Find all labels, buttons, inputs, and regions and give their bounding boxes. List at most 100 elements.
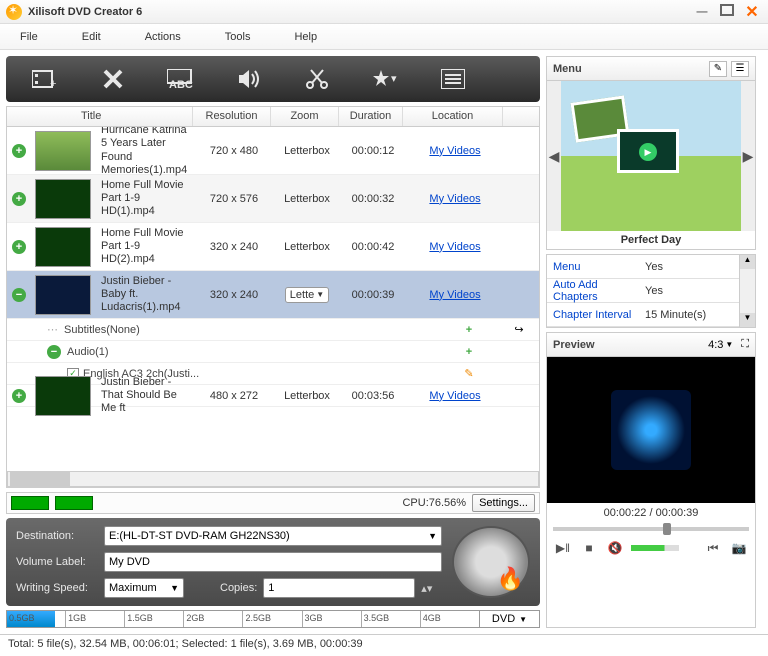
- col-zoom[interactable]: Zoom: [271, 107, 339, 126]
- aspect-combo[interactable]: 4:3▼⛶: [708, 338, 749, 351]
- list-menu-icon[interactable]: ☰: [731, 61, 749, 77]
- volume-slider[interactable]: [631, 545, 679, 551]
- edit-menu-icon[interactable]: ✎: [709, 61, 727, 77]
- copies-stepper[interactable]: ▴▾: [421, 582, 432, 595]
- preview-panel: Preview 4:3▼⛶ 00:00:22 / 00:00:39 ▶‖ ■ 🔇…: [546, 332, 756, 628]
- video-thumbnail: [35, 179, 91, 219]
- subtitle-icon[interactable]: ABC: [166, 66, 196, 92]
- cell-resolution: 320 x 240: [195, 289, 273, 301]
- menu-template-preview[interactable]: ▶: [561, 81, 741, 231]
- menu-actions[interactable]: Actions: [145, 31, 181, 43]
- cell-location[interactable]: My Videos: [405, 241, 505, 253]
- expand-icon[interactable]: +: [12, 144, 26, 158]
- cell-duration: 00:00:12: [341, 145, 405, 157]
- destination-combo[interactable]: E:(HL-DT-ST DVD-RAM GH22NS30)▼: [104, 526, 442, 546]
- add-video-icon[interactable]: +: [30, 66, 60, 92]
- mute-button[interactable]: 🔇: [605, 539, 625, 557]
- cell-zoom: Letterbox: [273, 390, 341, 402]
- minimize-button[interactable]: —: [692, 4, 712, 20]
- destination-panel: Destination: E:(HL-DT-ST DVD-RAM GH22NS3…: [6, 518, 540, 606]
- maximize-button[interactable]: [720, 4, 734, 16]
- table-row[interactable]: +Justin Bieber - That Should Be Me ft480…: [7, 385, 539, 407]
- cell-zoom[interactable]: Lette ▼: [273, 287, 341, 303]
- table-row[interactable]: +Hurricane Katrina 5 Years Later Found M…: [7, 127, 539, 175]
- menu-file[interactable]: File: [20, 31, 38, 43]
- menu-template-name: Perfect Day: [547, 231, 755, 249]
- add-subtitle-icon[interactable]: +: [439, 324, 499, 336]
- size-tick: 0.5GB: [7, 611, 66, 627]
- disc-type-combo[interactable]: DVD▼: [479, 611, 539, 627]
- property-row[interactable]: Chapter Interval15 Minute(s): [547, 303, 739, 327]
- expand-icon[interactable]: +: [12, 240, 26, 254]
- table-row[interactable]: +Home Full Movie Part 1-9 HD(1).mp4720 x…: [7, 175, 539, 223]
- expand-icon[interactable]: +: [12, 389, 26, 403]
- cell-zoom: Letterbox: [273, 241, 341, 253]
- menu-prev-arrow[interactable]: ◀: [547, 81, 561, 231]
- clip-icon[interactable]: [302, 66, 332, 92]
- cell-location[interactable]: My Videos: [405, 289, 505, 301]
- list-icon[interactable]: [438, 66, 468, 92]
- col-title[interactable]: Title: [7, 107, 193, 126]
- play-pause-button[interactable]: ▶‖: [553, 539, 573, 557]
- collapse-icon[interactable]: −: [12, 288, 26, 302]
- cell-resolution: 480 x 272: [195, 390, 273, 402]
- cpu-graph-icon: [11, 496, 49, 510]
- property-row[interactable]: Auto Add ChaptersYes: [547, 279, 739, 303]
- audio-row[interactable]: Audio(1): [67, 346, 439, 358]
- grid-header: Title Resolution Zoom Duration Location: [7, 107, 539, 127]
- cell-duration: 00:00:39: [341, 289, 405, 301]
- property-row[interactable]: MenuYes: [547, 255, 739, 279]
- cell-location[interactable]: My Videos: [405, 193, 505, 205]
- delete-icon[interactable]: [98, 66, 128, 92]
- titlebar: Xilisoft DVD Creator 6 — ✕: [0, 0, 768, 24]
- volume-input[interactable]: [104, 552, 442, 572]
- toolbar: + ABC ▾: [6, 56, 540, 102]
- preview-title: Preview: [553, 339, 595, 351]
- col-location[interactable]: Location: [403, 107, 503, 126]
- cell-zoom: Letterbox: [273, 145, 341, 157]
- menu-help[interactable]: Help: [294, 31, 317, 43]
- props-scrollbar[interactable]: ▲▼: [739, 255, 755, 327]
- col-duration[interactable]: Duration: [339, 107, 403, 126]
- audio-icon[interactable]: [234, 66, 264, 92]
- settings-button[interactable]: Settings...: [472, 494, 535, 512]
- cell-zoom: Letterbox: [273, 193, 341, 205]
- stop-button[interactable]: ■: [579, 539, 599, 557]
- seek-bar[interactable]: [553, 523, 749, 535]
- cell-title: Justin Bieber - That Should Be Me ft: [95, 376, 195, 416]
- size-tick: 3.5GB: [362, 611, 421, 627]
- menu-next-arrow[interactable]: ▶: [741, 81, 755, 231]
- svg-text:▾: ▾: [391, 73, 397, 85]
- size-bar: 0.5GB1GB1.5GB2GB2.5GB3GB3.5GB4GB4.5GB DV…: [6, 610, 540, 628]
- cpu-bar: CPU:76.56% Settings...: [6, 492, 540, 514]
- size-tick: 1.5GB: [125, 611, 184, 627]
- burn-button[interactable]: [452, 526, 530, 598]
- preview-time: 00:00:22 / 00:00:39: [547, 503, 755, 523]
- effects-icon[interactable]: ▾: [370, 66, 400, 92]
- table-row[interactable]: + Home Full Movie Part 1-9 HD(2).mp4320 x…: [7, 223, 539, 271]
- cell-location[interactable]: My Videos: [405, 390, 505, 402]
- add-audio-icon[interactable]: +: [439, 346, 499, 358]
- table-row[interactable]: − Justin Bieber - Baby ft. Ludacris(1).mp…: [7, 271, 539, 319]
- edit-audio-icon[interactable]: ✎: [439, 367, 499, 380]
- subtitles-row[interactable]: Subtitles(None): [64, 324, 439, 336]
- close-button[interactable]: ✕: [742, 4, 762, 20]
- copies-input[interactable]: [263, 578, 415, 598]
- video-thumbnail: [35, 131, 91, 171]
- snapshot-button[interactable]: 📷: [729, 539, 749, 557]
- cell-resolution: 320 x 240: [195, 241, 273, 253]
- cell-title: Justin Bieber - Baby ft. Ludacris(1).mp4: [95, 275, 195, 315]
- speed-combo[interactable]: Maximum▼: [104, 578, 184, 598]
- cell-location[interactable]: My Videos: [405, 145, 505, 157]
- expand-icon[interactable]: +: [12, 192, 26, 206]
- col-resolution[interactable]: Resolution: [193, 107, 271, 126]
- cell-title: Home Full Movie Part 1-9 HD(2).mp4: [95, 227, 195, 267]
- menu-edit[interactable]: Edit: [82, 31, 101, 43]
- export-icon[interactable]: ↪: [499, 323, 539, 336]
- video-grid: Title Resolution Zoom Duration Location …: [6, 106, 540, 488]
- menu-tools[interactable]: Tools: [225, 31, 251, 43]
- prev-frame-button[interactable]: ⏮: [703, 539, 723, 557]
- preview-video[interactable]: [547, 357, 755, 503]
- horizontal-scrollbar[interactable]: [7, 471, 539, 487]
- menu-panel-title: Menu: [553, 63, 582, 75]
